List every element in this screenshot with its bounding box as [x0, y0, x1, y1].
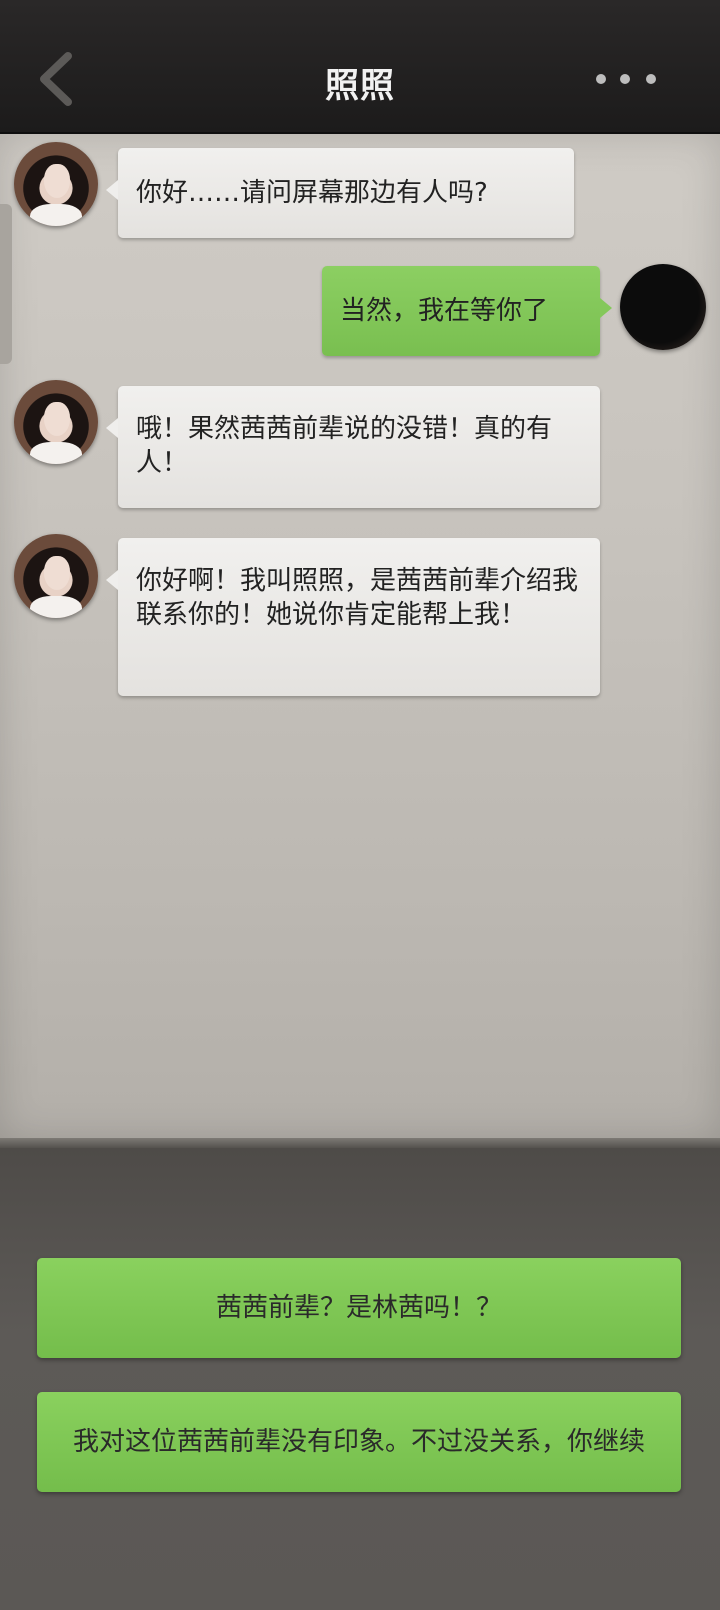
- message-text: 你好啊！我叫照照，是茜茜前辈介绍我联系你的！她说你肯定能帮上我！: [136, 566, 579, 630]
- contact-avatar[interactable]: [14, 142, 98, 226]
- reply-option-text: 茜茜前辈？是林茜吗！？: [215, 1293, 502, 1323]
- user-avatar[interactable]: [620, 264, 706, 350]
- more-dots-icon[interactable]: [592, 74, 662, 86]
- reply-option-text: 我对这位茜茜前辈没有印象。不过没关系，你继续: [72, 1427, 645, 1457]
- message-text: 你好……请问屏幕那边有人吗?: [136, 178, 488, 208]
- message-bubble-sent[interactable]: 当然，我在等你了: [322, 266, 612, 356]
- message-text: 当然，我在等你了: [340, 296, 549, 326]
- message-bubble-received[interactable]: 你好……请问屏幕那边有人吗?: [106, 148, 574, 238]
- reply-option-button[interactable]: 我对这位茜茜前辈没有印象。不过没关系，你继续: [37, 1392, 681, 1492]
- side-drawer-handle[interactable]: [0, 204, 12, 364]
- divider: [0, 1138, 720, 1148]
- contact-avatar[interactable]: [14, 380, 98, 464]
- reply-option-button[interactable]: 茜茜前辈？是林茜吗！？: [37, 1258, 681, 1358]
- message-bubble-received[interactable]: 你好啊！我叫照照，是茜茜前辈介绍我联系你的！她说你肯定能帮上我！: [106, 538, 600, 696]
- message-text: 哦！果然茜茜前辈说的没错！真的有人！: [136, 414, 553, 478]
- message-bubble-received[interactable]: 哦！果然茜茜前辈说的没错！真的有人！: [106, 386, 600, 508]
- reply-options-panel: 茜茜前辈？是林茜吗！？ 我对这位茜茜前辈没有印象。不过没关系，你继续: [0, 1148, 720, 1610]
- top-bar: 照照: [0, 0, 720, 134]
- contact-avatar[interactable]: [14, 534, 98, 618]
